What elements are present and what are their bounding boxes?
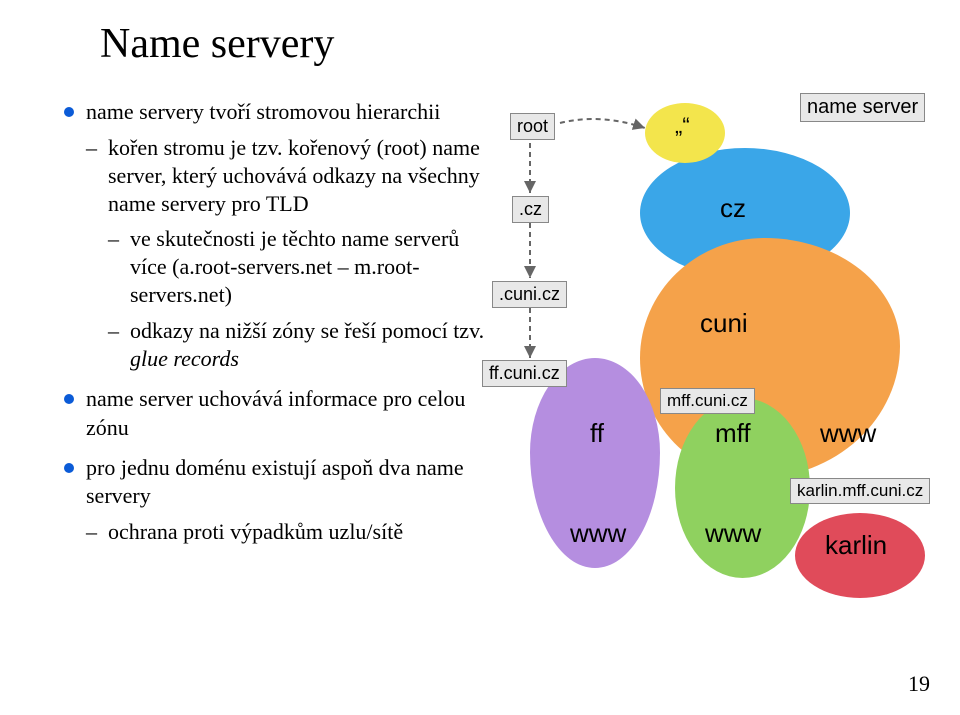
bullet-1-1-2: odkazy na nižší zóny se řeší pomocí tzv.… — [108, 317, 490, 373]
bullet-3: pro jednu doménu existují aspoň dva name… — [60, 454, 490, 546]
bullet-1-1-1: ve skutečnosti je těchto name serverů ví… — [108, 225, 490, 309]
root-box: root — [510, 113, 555, 140]
cuni-label: cuni — [700, 308, 748, 339]
www-green-label: www — [705, 518, 761, 549]
quote-label: „“ — [675, 113, 690, 139]
bullet-3-1: ochrana proti výpadkům uzlu/sítě — [86, 518, 490, 546]
ffcunicz-box: ff.cuni.cz — [482, 360, 567, 387]
bullet-1-1-2-text-a: odkazy na nižší zóny se řeší pomocí tzv. — [130, 318, 484, 343]
www-orange-label: www — [820, 418, 876, 449]
www-purple-label: www — [570, 518, 626, 549]
bullet-1-1-2-text-b: glue records — [130, 346, 239, 371]
bullet-1-text: name servery tvoří stromovou hierarchii — [86, 99, 440, 124]
bullet-1-1-text: kořen stromu je tzv. kořenový (root) nam… — [108, 135, 480, 216]
cz-label: cz — [720, 193, 746, 224]
bullet-3-1-text: ochrana proti výpadkům uzlu/sítě — [108, 519, 403, 544]
slide-title: Name servery — [100, 20, 920, 68]
bullet-1-1: kořen stromu je tzv. kořenový (root) nam… — [86, 134, 490, 373]
mff-label: mff — [715, 418, 751, 449]
bullet-1: name servery tvoří stromovou hierarchii … — [60, 98, 490, 373]
karlin-label: karlin — [825, 530, 887, 561]
nameserver-box: name server — [800, 93, 925, 122]
karlinmff-box: karlin.mff.cuni.cz — [790, 478, 930, 504]
cunicz-box: .cuni.cz — [492, 281, 567, 308]
bullet-3-text: pro jednu doménu existují aspoň dva name… — [86, 455, 464, 508]
diagram: root .cz .cuni.cz ff.cuni.cz mff.cuni.cz… — [490, 98, 920, 638]
page-number: 19 — [908, 671, 930, 697]
bullet-2: name server uchovává informace pro celou… — [60, 385, 490, 441]
bullet-1-1-1-text: ve skutečnosti je těchto name serverů ví… — [130, 226, 459, 307]
bullet-2-text: name server uchovává informace pro celou… — [86, 386, 465, 439]
bullet-area: name servery tvoří stromovou hierarchii … — [60, 98, 490, 558]
mffcunicz-box: mff.cuni.cz — [660, 388, 755, 414]
ff-label: ff — [590, 418, 604, 449]
cz-box: .cz — [512, 196, 549, 223]
